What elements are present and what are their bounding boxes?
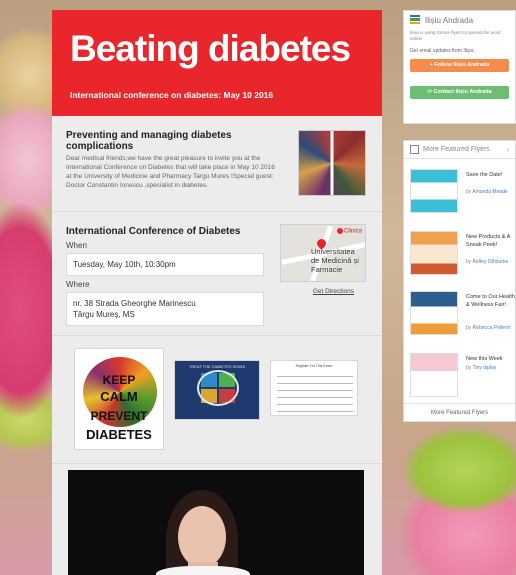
follow-button[interactable]: + Follow Ilișiu Andrada	[410, 59, 509, 72]
form-row	[277, 387, 353, 391]
keep-calm-text: PREVENT	[90, 409, 148, 423]
featured-flyer-title: Save the Date!	[466, 172, 503, 178]
diagram-ring	[197, 370, 239, 406]
map-label: Universitatea de Medicină și Farmacie	[311, 247, 359, 274]
event-section: International Conference of Diabetes Whe…	[52, 212, 382, 336]
featured-flyers-card: More Featured Flyers › Save the Date! by…	[403, 140, 516, 422]
form-title: Register For This Event	[295, 364, 333, 368]
photo-collage[interactable]	[298, 130, 366, 196]
form-row	[277, 373, 353, 377]
keep-calm-text: KEEP	[102, 373, 136, 387]
author-note: Ilisiu is using Smore flyers to spread t…	[410, 30, 501, 41]
intro-heading: Preventing and managing diabetes complic…	[66, 130, 232, 152]
contact-button-label: Contact Ilișiu Andrada	[433, 89, 492, 95]
featured-flyers-header: More Featured Flyers ›	[404, 141, 515, 159]
featured-flyer-thumbnail	[410, 231, 458, 275]
email-updates-label: Get email updates from Ilișiu:	[410, 48, 475, 54]
featured-flyer-item[interactable]: New Products & A Sneak Peek! by Kelley O…	[410, 231, 514, 279]
video-person-body	[156, 566, 250, 575]
featured-flyer-author: by Kelley Othourke	[466, 259, 509, 265]
more-featured-flyers-link[interactable]: More Featured Flyers	[404, 403, 515, 421]
keep-calm-text: CALM	[100, 389, 138, 404]
where-value: nr. 38 Strada Gheorghe Marinescu Târgu M…	[66, 292, 264, 326]
flyer: Beating diabetes International conferenc…	[52, 10, 382, 575]
flyer-subtitle: International conference on diabetes: Ma…	[70, 90, 274, 100]
featured-flyer-title: Come to Our Health & Wellness Fair!	[466, 294, 515, 308]
featured-flyer-item[interactable]: Save the Date! by Amanda Meade	[410, 169, 514, 217]
smore-logo-icon	[410, 15, 420, 25]
keep-calm-image[interactable]: KEEP CALM PREVENT DIABETES	[74, 348, 164, 450]
featured-flyer-title: New this Week	[466, 356, 503, 362]
featured-flyer-thumbnail	[410, 353, 458, 397]
keep-calm-text: DIABETES	[86, 427, 152, 442]
intro-section: Preventing and managing diabetes complic…	[52, 116, 382, 212]
flyer-title: Beating diabetes	[70, 28, 351, 69]
contact-button[interactable]: ✉ Contact Ilișiu Andrada	[410, 86, 509, 99]
author-card: Ilișiu Andrada Ilisiu is using Smore fly…	[403, 10, 516, 124]
form-row	[277, 408, 353, 412]
featured-flyer-author: by Rebecca Pellerin	[466, 325, 511, 331]
featured-flyer-thumbnail	[410, 291, 458, 335]
intro-body: Dear medical friends,we have the great p…	[66, 155, 275, 189]
video-player[interactable]	[68, 470, 364, 575]
author-name[interactable]: Ilișiu Andrada	[425, 16, 473, 25]
sidebar: Ilișiu Andrada Ilisiu is using Smore fly…	[403, 10, 516, 422]
when-value: Tuesday, May 10th, 10:30pm	[66, 253, 264, 276]
get-directions-link[interactable]: Get Directions	[313, 288, 354, 295]
featured-flyer-author: by Amanda Meade	[466, 189, 508, 195]
featured-flyer-title: New Products & A Sneak Peek!	[466, 234, 511, 248]
featured-flyer-thumbnail	[410, 169, 458, 213]
video-person-face	[178, 506, 226, 568]
map-place-icon	[336, 228, 343, 234]
follow-button-label: Follow Ilișiu Andrada	[434, 62, 490, 68]
flyer-header: Beating diabetes International conferenc…	[52, 10, 382, 116]
chevron-right-icon[interactable]: ›	[506, 145, 509, 154]
featured-flyer-item[interactable]: Come to Our Health & Wellness Fair! by R…	[410, 291, 515, 339]
images-section: KEEP CALM PREVENT DIABETES TREAT THE DIA…	[52, 336, 382, 464]
where-line-2: Târgu Mureș, MS	[73, 310, 135, 319]
form-row	[277, 394, 353, 398]
flyer-icon	[410, 145, 419, 154]
event-map[interactable]: Clinica Universitatea de Medicină și Far…	[280, 224, 366, 282]
diabetes-signs-image[interactable]: TREAT THE DIABETES SIGNS	[174, 360, 260, 420]
diagram-title: TREAT THE DIABETES SIGNS	[188, 364, 246, 369]
form-row	[277, 380, 353, 384]
registration-form-image[interactable]: Register For This Event	[270, 360, 358, 416]
author-row: Ilișiu Andrada	[410, 15, 509, 25]
map-place-label: Clinica	[343, 228, 362, 235]
map-place: Clinica	[336, 228, 362, 235]
featured-flyers-heading: More Featured Flyers	[423, 146, 490, 153]
where-line-1: nr. 38 Strada Gheorghe Marinescu	[73, 299, 196, 308]
featured-flyer-item[interactable]: New this Week by Tiny diplay	[410, 353, 514, 401]
featured-flyer-author: by Tiny diplay	[466, 365, 497, 371]
form-row	[277, 401, 353, 405]
